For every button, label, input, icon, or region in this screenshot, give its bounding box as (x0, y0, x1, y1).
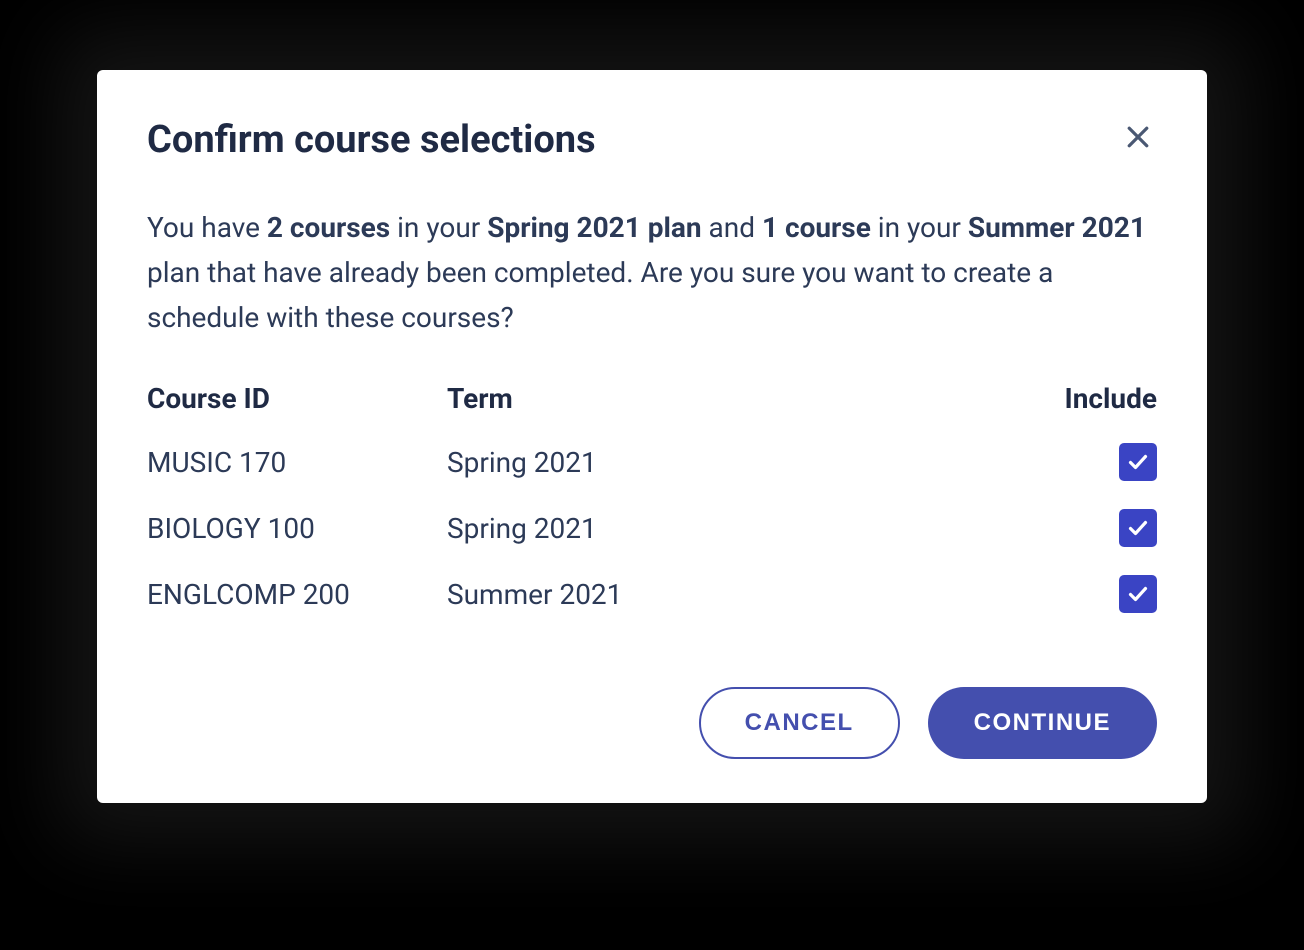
desc-bold: Summer 2021 (968, 211, 1146, 244)
continue-button[interactable]: CONTINUE (928, 687, 1157, 759)
desc-bold: 1 course (762, 211, 871, 244)
close-button[interactable] (1119, 118, 1157, 156)
desc-text: You have (147, 211, 267, 244)
desc-text: and (702, 211, 762, 244)
dialog-description: You have 2 courses in your Spring 2021 p… (147, 206, 1157, 340)
col-header-term: Term (447, 382, 1037, 415)
include-checkbox[interactable] (1119, 575, 1157, 613)
cell-include (1037, 509, 1157, 547)
dialog-actions: CANCEL CONTINUE (147, 687, 1157, 759)
col-header-course-id: Course ID (147, 382, 447, 415)
dialog-title: Confirm course selections (147, 118, 596, 162)
include-checkbox[interactable] (1119, 509, 1157, 547)
cell-include (1037, 443, 1157, 481)
confirm-dialog: Confirm course selections You have 2 cou… (97, 70, 1207, 803)
course-table: Course ID Term Include MUSIC 170 Spring … (147, 368, 1157, 627)
desc-text: plan that have already been completed. A… (147, 256, 1053, 334)
include-checkbox[interactable] (1119, 443, 1157, 481)
table-row: MUSIC 170 Spring 2021 (147, 429, 1157, 495)
check-icon (1126, 450, 1150, 474)
col-header-include: Include (1037, 382, 1157, 415)
cell-term: Spring 2021 (447, 512, 1037, 545)
cancel-button[interactable]: CANCEL (699, 687, 900, 759)
check-icon (1126, 516, 1150, 540)
cell-term: Spring 2021 (447, 446, 1037, 479)
dialog-header: Confirm course selections (147, 118, 1157, 162)
close-icon (1123, 122, 1153, 152)
desc-bold: Spring 2021 plan (487, 211, 701, 244)
cell-term: Summer 2021 (447, 578, 1037, 611)
check-icon (1126, 582, 1150, 606)
cell-course-id: MUSIC 170 (147, 446, 447, 479)
table-row: ENGLCOMP 200 Summer 2021 (147, 561, 1157, 627)
desc-text: in your (871, 211, 968, 244)
table-header-row: Course ID Term Include (147, 368, 1157, 429)
desc-text: in your (390, 211, 487, 244)
cell-course-id: BIOLOGY 100 (147, 512, 447, 545)
table-row: BIOLOGY 100 Spring 2021 (147, 495, 1157, 561)
desc-bold: 2 courses (267, 211, 390, 244)
cell-course-id: ENGLCOMP 200 (147, 578, 447, 611)
cell-include (1037, 575, 1157, 613)
